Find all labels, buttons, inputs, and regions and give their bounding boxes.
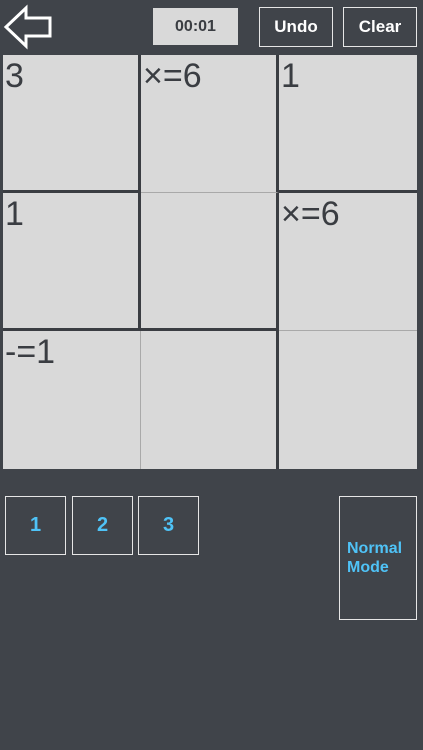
grid-cell-0-2[interactable]: 1 <box>279 55 417 193</box>
grid-cell-2-1[interactable] <box>141 331 279 469</box>
grid-cell-1-0[interactable]: 1 <box>3 193 141 331</box>
cage-clue: 3 <box>5 57 24 95</box>
cage-clue: ×=6 <box>281 195 340 233</box>
grid-cell-1-1[interactable] <box>141 193 279 331</box>
grid-cell-1-2[interactable]: ×=6 <box>279 193 417 331</box>
undo-button[interactable]: Undo <box>259 7 333 47</box>
cage-clue: -=1 <box>5 333 56 371</box>
grid-cell-0-1[interactable]: ×=6 <box>141 55 279 193</box>
number-button-1[interactable]: 1 <box>5 496 66 555</box>
grid-cell-0-0[interactable]: 3 <box>3 55 141 193</box>
timer-display: 00:01 <box>153 8 238 45</box>
puzzle-board: 3 ×=6 1 1 ×=6 -=1 <box>3 55 417 469</box>
arrow-left-icon <box>3 4 52 50</box>
back-button[interactable] <box>3 4 53 50</box>
cage-clue: 1 <box>281 57 300 95</box>
mode-toggle-button[interactable]: Normal Mode <box>339 496 417 620</box>
cage-clue: ×=6 <box>143 57 202 95</box>
grid-cell-2-2[interactable] <box>279 331 417 469</box>
clear-button[interactable]: Clear <box>343 7 417 47</box>
number-button-3[interactable]: 3 <box>138 496 199 555</box>
cage-clue: 1 <box>5 195 24 233</box>
number-button-2[interactable]: 2 <box>72 496 133 555</box>
grid-cell-2-0[interactable]: -=1 <box>3 331 141 469</box>
